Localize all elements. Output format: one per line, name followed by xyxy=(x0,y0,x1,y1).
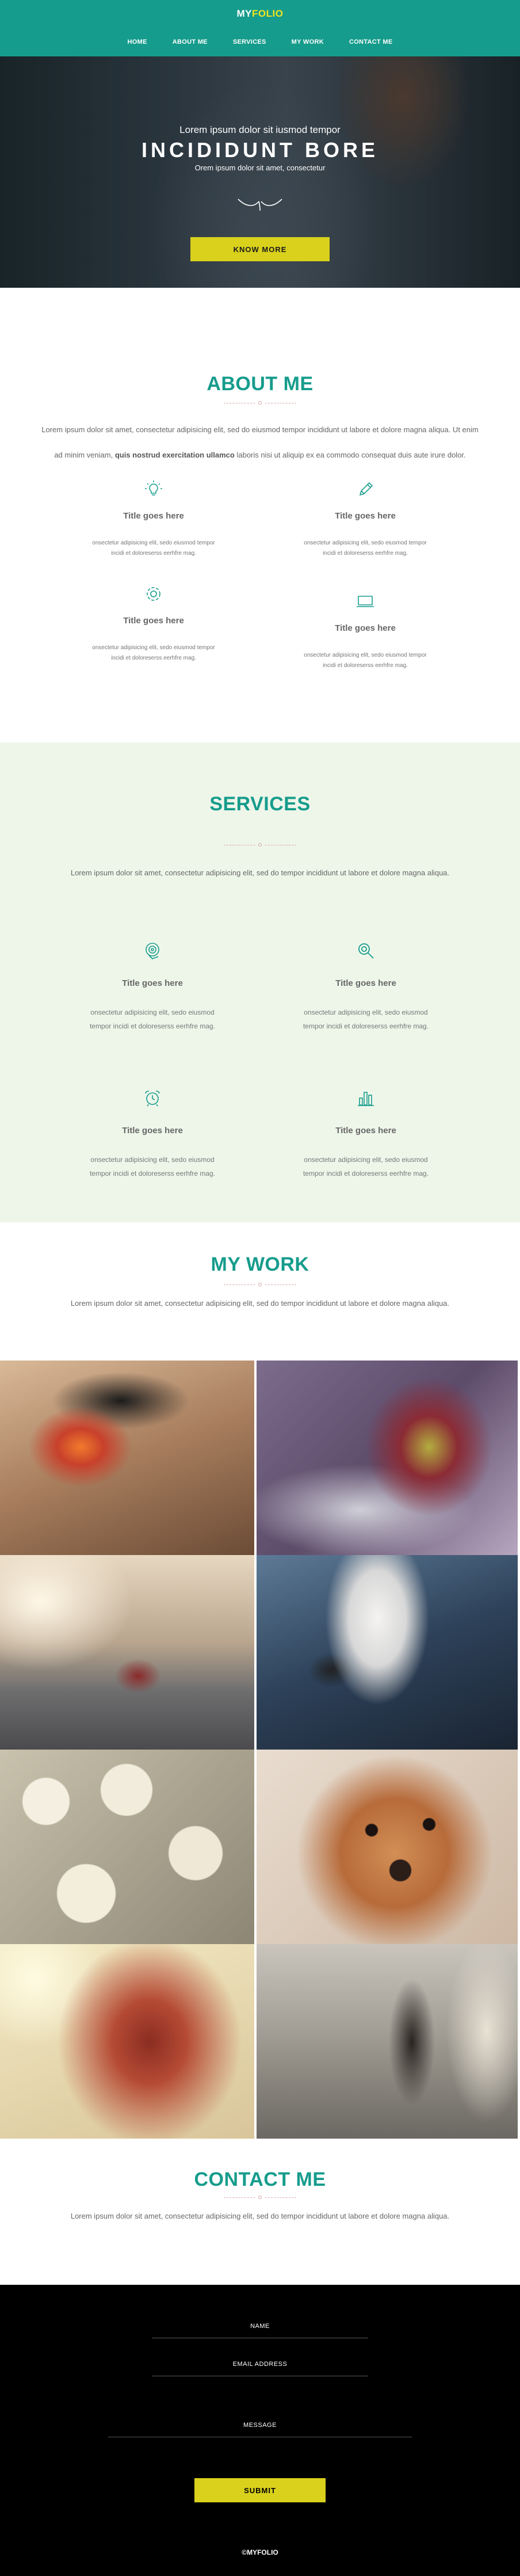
nav-item-services[interactable]: SERVICES xyxy=(220,39,279,45)
hero-content: Lorem ipsum dolor sit iusmod tempor INCI… xyxy=(0,56,520,288)
section-divider xyxy=(0,1283,520,1286)
about-intro: Lorem ipsum dolor sit amet, consectetur … xyxy=(0,417,520,468)
service-item: Title goes here onsectetur adipisicing e… xyxy=(60,1085,244,1180)
service-title: Title goes here xyxy=(122,978,183,988)
main-nav: HOME ABOUT ME SERVICES MY WORK CONTACT M… xyxy=(0,39,520,45)
about-card: Title goes here onsectetur adipisicing e… xyxy=(67,478,240,559)
service-text: onsectetur adipisicing elit, sedo eiusmo… xyxy=(89,1156,216,1178)
service-title: Title goes here xyxy=(335,1126,396,1135)
section-divider xyxy=(0,843,520,847)
about-card-title: Title goes here xyxy=(123,511,184,521)
portfolio-image-banana-slices[interactable] xyxy=(0,1750,254,1944)
about-card-title: Title goes here xyxy=(335,623,396,633)
pencil-icon xyxy=(279,478,452,501)
bar-chart-icon xyxy=(274,1085,458,1111)
know-more-button[interactable]: KNOW MORE xyxy=(190,237,330,261)
portfolio-image-car-on-road[interactable] xyxy=(0,1555,254,1750)
about-title: ABOUT ME xyxy=(207,373,313,395)
hero-subtitle: Lorem ipsum dolor sit iusmod tempor xyxy=(179,124,341,135)
contact-title: CONTACT ME xyxy=(194,2169,326,2190)
about-card-text: onsectetur adipisicing elit, sedo eiusmo… xyxy=(304,652,427,669)
contact-section: CONTACT ME Lorem ipsum dolor sit amet, c… xyxy=(0,2139,520,2285)
portfolio-image-red-hair[interactable] xyxy=(0,1944,254,2139)
hero-banner: Lorem ipsum dolor sit iusmod tempor INCI… xyxy=(0,56,520,288)
service-text: onsectetur adipisicing elit, sedo eiusmo… xyxy=(303,1156,429,1178)
section-divider xyxy=(0,2196,520,2199)
services-title: SERVICES xyxy=(209,793,311,815)
about-card: Title goes here onsectetur adipisicing e… xyxy=(67,582,240,664)
about-intro-line-2: ad minim veniam, quis nostrud exercitati… xyxy=(54,451,466,459)
service-text: onsectetur adipisicing elit, sedo eiusmo… xyxy=(303,1008,429,1030)
magnifier-icon xyxy=(274,938,458,963)
service-title: Title goes here xyxy=(122,1126,183,1135)
nav-item-contact[interactable]: CONTACT ME xyxy=(337,39,406,45)
service-text: onsectetur adipisicing elit, sedo eiusmo… xyxy=(89,1008,216,1030)
portfolio-image-woman-walking[interactable] xyxy=(257,1944,518,2139)
target-hand-icon xyxy=(60,938,244,963)
about-section: ABOUT ME Lorem ipsum dolor sit amet, con… xyxy=(0,288,520,742)
work-title: MY WORK xyxy=(211,1253,309,1275)
portfolio-gallery xyxy=(0,1361,518,2139)
about-card-text: onsectetur adipisicing elit, sedo eiusmo… xyxy=(304,540,427,557)
contact-form-footer: NAME EMAIL ADDRESS MESSAGE SUBMIT ©MYFOL… xyxy=(0,2285,520,2576)
work-section: MY WORK Lorem ipsum dolor sit amet, cons… xyxy=(0,1222,520,1361)
submit-button[interactable]: SUBMIT xyxy=(194,2478,326,2502)
email-field[interactable]: EMAIL ADDRESS xyxy=(0,2358,520,2376)
about-card-text: onsectetur adipisicing elit, sedo eiusmo… xyxy=(92,645,215,661)
message-field[interactable]: MESSAGE xyxy=(0,2419,520,2437)
portfolio-image-frosted-leaf[interactable] xyxy=(257,1361,518,1555)
site-logo[interactable]: MYFOLIO xyxy=(0,8,520,20)
service-title: Title goes here xyxy=(335,978,396,988)
portfolio-image-sunglasses[interactable] xyxy=(0,1361,254,1555)
alarm-clock-icon xyxy=(60,1085,244,1111)
services-section: SERVICES Lorem ipsum dolor sit amet, con… xyxy=(0,742,520,1222)
portfolio-image-small-dog[interactable] xyxy=(257,1750,518,1944)
decorative-swirl-icon xyxy=(238,199,282,211)
top-navbar: MYFOLIO HOME ABOUT ME SERVICES MY WORK C… xyxy=(0,0,520,56)
gear-icon xyxy=(67,582,240,605)
section-divider xyxy=(0,401,520,405)
hero-tagline: Orem ipsum dolor sit amet, consectetur xyxy=(194,163,326,172)
about-card: Title goes here onsectetur adipisicing e… xyxy=(279,478,452,559)
about-card-title: Title goes here xyxy=(335,511,396,521)
about-card: Title goes here onsectetur adipisicing e… xyxy=(279,590,452,671)
service-item: Title goes here onsectetur adipisicing e… xyxy=(274,938,458,1033)
monitor-icon xyxy=(279,590,452,613)
logo-part-folio: FOLIO xyxy=(252,8,284,19)
email-label: EMAIL ADDRESS xyxy=(232,2361,288,2368)
work-intro: Lorem ipsum dolor sit amet, consectetur … xyxy=(70,1299,450,1308)
portfolio-image-swan[interactable] xyxy=(257,1555,518,1750)
nav-item-work[interactable]: MY WORK xyxy=(279,39,337,45)
name-field[interactable]: NAME xyxy=(0,2320,520,2338)
lightbulb-icon xyxy=(67,478,240,501)
contact-intro: Lorem ipsum dolor sit amet, consectetur … xyxy=(70,2212,450,2220)
name-label: NAME xyxy=(250,2323,270,2330)
logo-part-my: MY xyxy=(236,8,253,19)
service-item: Title goes here onsectetur adipisicing e… xyxy=(60,938,244,1033)
about-card-title: Title goes here xyxy=(123,616,184,626)
nav-item-home[interactable]: HOME xyxy=(115,39,160,45)
about-intro-line-1: Lorem ipsum dolor sit amet, consectetur … xyxy=(41,425,479,434)
message-label: MESSAGE xyxy=(243,2422,277,2429)
nav-item-about[interactable]: ABOUT ME xyxy=(160,39,220,45)
about-card-text: onsectetur adipisicing elit, sedo eiusmo… xyxy=(92,540,215,557)
hero-title: INCIDIDUNT BORE xyxy=(142,138,378,162)
footer-logo: ©MYFOLIO xyxy=(242,2548,278,2556)
service-item: Title goes here onsectetur adipisicing e… xyxy=(274,1085,458,1180)
services-intro: Lorem ipsum dolor sit amet, consectetur … xyxy=(70,868,450,877)
